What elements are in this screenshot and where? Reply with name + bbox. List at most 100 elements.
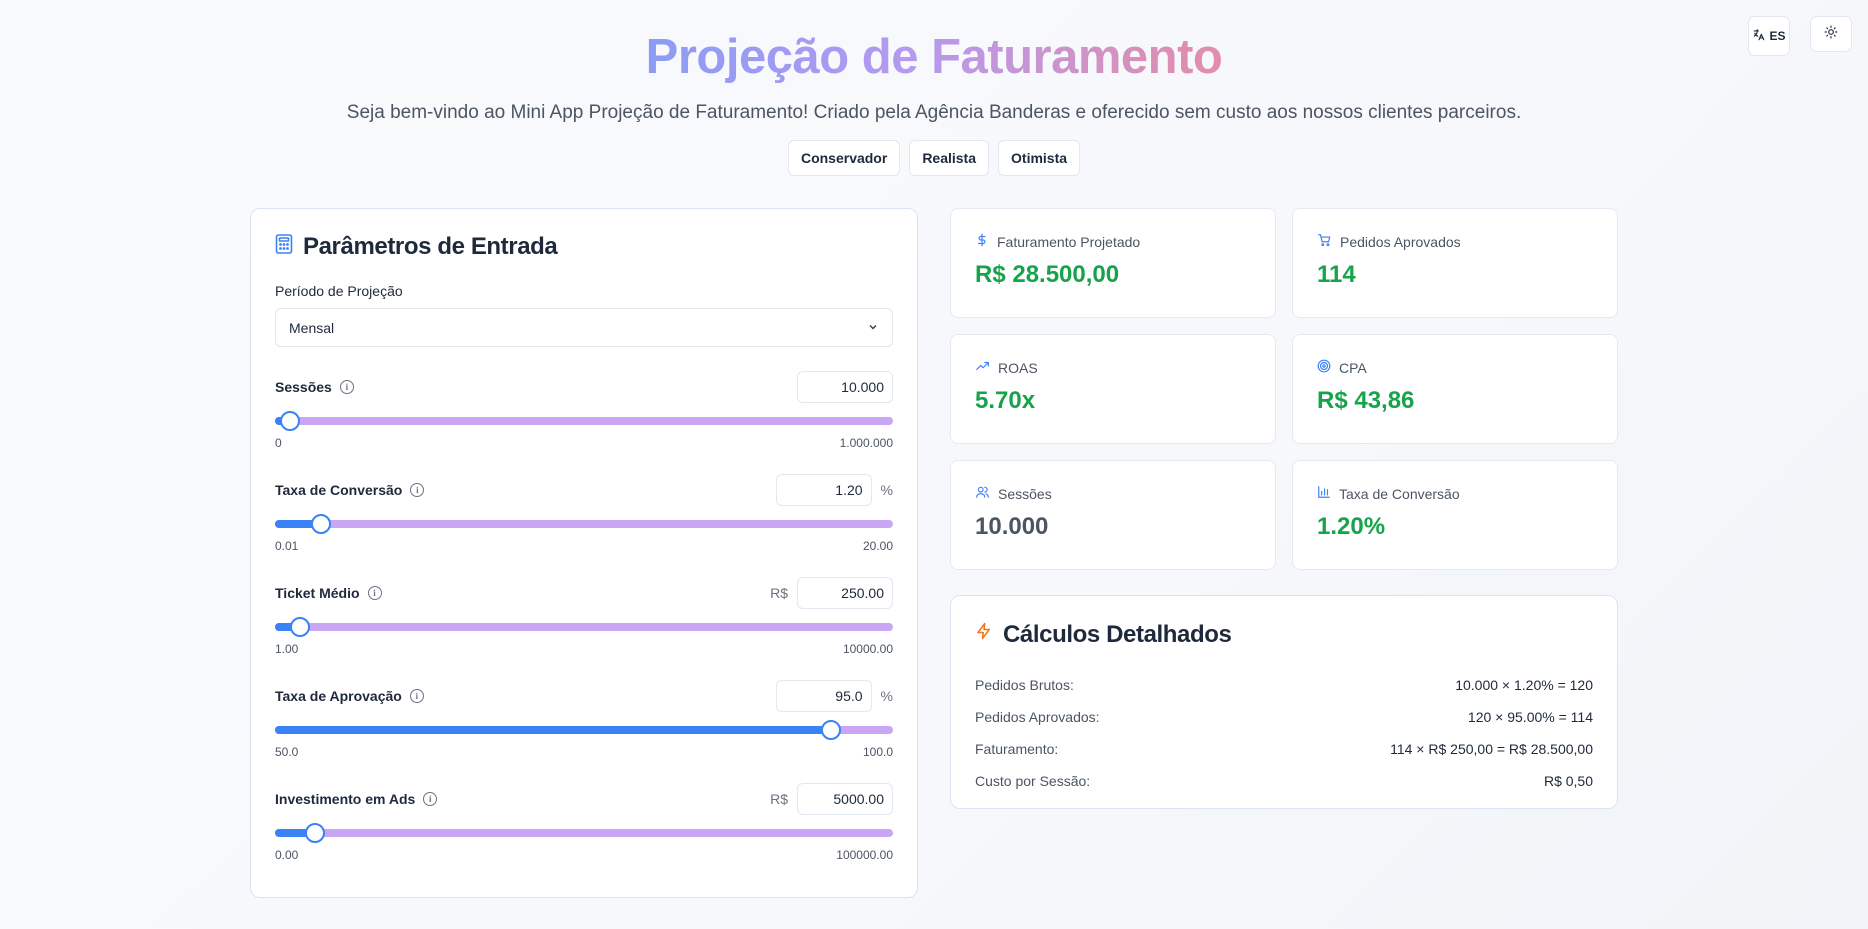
slider-range-labels: 0.01 20.00 <box>275 539 893 553</box>
slider-fill <box>275 726 832 734</box>
results-panel: Faturamento Projetado R$ 28.500,00 Pedid… <box>950 208 1618 898</box>
sessoes-input[interactable] <box>797 371 893 403</box>
detailed-calculations-panel: Cálculos Detalhados Pedidos Brutos: 10.0… <box>950 595 1618 809</box>
metric-value: R$ 43,86 <box>1317 387 1415 414</box>
slider-min-label: 0 <box>275 436 282 450</box>
slider-min-label: 50.0 <box>275 745 299 759</box>
input-parameters-title: Parâmetros de Entrada <box>303 233 558 260</box>
param-label: Taxa de Conversão i <box>275 482 425 498</box>
metric-card-taxa-de-conversao: Taxa de Conversão 1.20% <box>1292 460 1618 570</box>
metric-cards: Faturamento Projetado R$ 28.500,00 Pedid… <box>950 208 1618 570</box>
param-input-group: % <box>775 474 893 506</box>
taxa-de-aprovacao-slider[interactable] <box>275 720 893 740</box>
taxa-de-conversao-slider[interactable] <box>275 514 893 534</box>
users-icon <box>975 485 990 502</box>
ticket-medio-input[interactable] <box>797 577 893 609</box>
slider-range-labels: 50.0 100.0 <box>275 745 893 759</box>
info-icon[interactable]: i <box>367 586 382 600</box>
ticket-medio-slider[interactable] <box>275 617 893 637</box>
scenario-realista-button[interactable]: Realista <box>909 140 990 176</box>
param-label: Ticket Médio i <box>275 585 382 601</box>
param-input-group: R$ <box>770 577 893 609</box>
bolt-icon <box>975 620 993 649</box>
slider-max-label: 1.000.000 <box>839 436 893 450</box>
language-label: ES <box>1769 29 1786 43</box>
percent-suffix: % <box>880 482 893 498</box>
calculation-row: Pedidos Aprovados: 120 × 95.00% = 114 <box>975 701 1593 733</box>
metric-label: Pedidos Aprovados <box>1340 233 1461 250</box>
scenario-otimista-button[interactable]: Otimista <box>998 140 1081 176</box>
slider-range-labels: 1.00 10000.00 <box>275 642 893 656</box>
main-content: Parâmetros de Entrada Período de Projeçã… <box>250 208 1618 898</box>
slider-max-label: 20.00 <box>862 539 893 553</box>
param-label: Sessões i <box>275 379 354 395</box>
slider-track <box>275 417 893 425</box>
sessoes-slider[interactable] <box>275 411 893 431</box>
metric-card-sessoes: Sessões 10.000 <box>950 460 1276 570</box>
slider-thumb[interactable] <box>311 514 332 534</box>
period-label: Período de Projeção <box>275 283 403 299</box>
detailed-calculations-header: Cálculos Detalhados <box>975 620 1593 649</box>
param-input-group: R$ <box>770 783 893 815</box>
detailed-calculations-title: Cálculos Detalhados <box>1003 620 1232 648</box>
metric-card-pedidos-aprovados: Pedidos Aprovados 114 <box>1292 208 1618 318</box>
slider-min-label: 1.00 <box>275 642 299 656</box>
calculation-value: 120 × 95.00% = 114 <box>1467 709 1593 725</box>
metric-value: 114 <box>1317 261 1356 288</box>
translate-icon <box>1752 28 1766 45</box>
metric-label: ROAS <box>998 359 1038 376</box>
metric-value: 10.000 <box>975 513 1049 540</box>
param-ticket-medio: Ticket Médio i R$ 1.00 10000.00 <box>275 577 893 656</box>
slider-thumb[interactable] <box>821 720 842 740</box>
slider-range-labels: 0 1.000.000 <box>275 436 893 450</box>
info-icon[interactable]: i <box>410 483 425 497</box>
param-row: Sessões i <box>275 371 893 403</box>
metric-label: Sessões <box>998 485 1052 502</box>
theme-toggle-button[interactable] <box>1810 16 1852 52</box>
info-icon[interactable]: i <box>423 792 438 806</box>
sun-icon <box>1824 25 1838 44</box>
slider-min-label: 0.00 <box>275 848 299 862</box>
slider-thumb[interactable] <box>305 823 326 843</box>
investimento-em-ads-slider[interactable] <box>275 823 893 843</box>
language-toggle-button[interactable]: ES <box>1748 16 1790 56</box>
taxa-de-conversao-input[interactable] <box>775 474 872 506</box>
info-icon[interactable]: i <box>339 380 354 394</box>
slider-max-label: 100.0 <box>862 745 893 759</box>
slider-thumb[interactable] <box>289 617 310 637</box>
slider-thumb[interactable] <box>280 411 301 431</box>
calculation-value: 114 × R$ 250,00 = R$ 28.500,00 <box>1390 741 1593 757</box>
percent-suffix: % <box>880 688 893 704</box>
period-select[interactable]: Mensal <box>275 308 893 347</box>
metric-label-row: Sessões <box>975 485 1251 502</box>
input-parameters-panel: Parâmetros de Entrada Período de Projeçã… <box>250 208 918 898</box>
metric-card-faturamento-projetado: Faturamento Projetado R$ 28.500,00 <box>950 208 1276 318</box>
slider-track <box>275 520 893 528</box>
param-row: Investimento em Ads i R$ <box>275 783 893 815</box>
calculation-value: R$ 0,50 <box>1543 773 1593 789</box>
param-label-text: Sessões <box>275 379 332 395</box>
taxa-de-aprovacao-input[interactable] <box>775 680 872 712</box>
metric-card-roas: ROAS 5.70x <box>950 334 1276 444</box>
metric-label-row: Taxa de Conversão <box>1317 485 1593 502</box>
slider-track <box>275 829 893 837</box>
trending-up-icon <box>975 359 990 376</box>
metric-label: Faturamento Projetado <box>997 233 1141 250</box>
param-label: Taxa de Aprovação i <box>275 688 424 704</box>
param-label: Investimento em Ads i <box>275 791 438 807</box>
input-parameters-header: Parâmetros de Entrada <box>275 233 893 261</box>
calculation-row: Pedidos Brutos: 10.000 × 1.20% = 120 <box>975 669 1593 701</box>
slider-track <box>275 623 893 631</box>
calculation-value: 10.000 × 1.20% = 120 <box>1455 677 1593 693</box>
page-subtitle: Seja bem-vindo ao Mini App Projeção de F… <box>346 102 1522 123</box>
investimento-em-ads-input[interactable] <box>797 783 893 815</box>
metric-label-row: CPA <box>1317 359 1593 376</box>
scenario-conservador-button[interactable]: Conservador <box>787 140 901 176</box>
currency-prefix: R$ <box>770 585 788 601</box>
metric-label: Taxa de Conversão <box>1339 485 1460 502</box>
calculation-label: Pedidos Aprovados: <box>975 709 1100 725</box>
info-icon[interactable]: i <box>409 689 424 703</box>
dollar-icon <box>975 233 989 250</box>
slider-range-labels: 0.00 100000.00 <box>275 848 893 862</box>
param-row: Ticket Médio i R$ <box>275 577 893 609</box>
